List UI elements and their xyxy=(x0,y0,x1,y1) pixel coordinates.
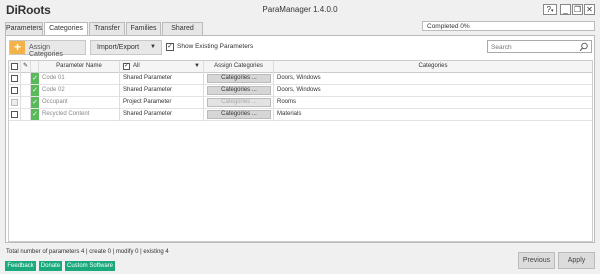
row-checkbox-cell[interactable] xyxy=(9,73,21,85)
row-edit-cell xyxy=(21,97,31,109)
chevron-down-icon: ▾ xyxy=(550,8,554,14)
row-checkbox-cell[interactable] xyxy=(9,85,21,97)
categories-panel: + Assign Categories Import/Export ▼ ✓ Sh… xyxy=(5,35,595,243)
tab-transfer[interactable]: Transfer xyxy=(89,22,125,35)
check-icon: ✓ xyxy=(31,109,39,120)
header-categories[interactable]: Categories xyxy=(274,61,592,73)
restore-button[interactable]: ❐ xyxy=(572,4,583,15)
show-existing-label: Show Existing Parameters xyxy=(177,43,254,50)
table-row[interactable]: ✓ Recycled Content Shared Parameter Cate… xyxy=(9,109,592,121)
minimize-icon: _ xyxy=(563,5,568,14)
row-edit-cell xyxy=(21,109,31,121)
search-box xyxy=(487,40,592,53)
progress-bar: Completed 0% xyxy=(422,21,595,31)
minimize-button[interactable]: _ xyxy=(560,4,571,15)
chevron-down-icon: ▼ xyxy=(194,63,200,69)
parameter-name: Code 01 xyxy=(39,73,120,85)
tab-shared-editor[interactable]: Shared Editor xyxy=(162,22,203,44)
title-bar: DiRoots ParaManager 1.4.0.0 ?▾ _ ❐ ✕ xyxy=(0,0,600,20)
header-assign-categories: Assign Categories xyxy=(204,61,274,73)
feedback-button[interactable]: Feedback xyxy=(5,261,36,271)
categories-button[interactable]: Categories ... xyxy=(207,74,271,83)
categories-button[interactable]: Categories ... xyxy=(207,86,271,95)
tab-categories[interactable]: Categories xyxy=(44,22,88,36)
tab-families[interactable]: Families xyxy=(126,22,161,35)
plus-icon: + xyxy=(10,41,25,54)
assign-cell: Categories ... xyxy=(204,109,274,121)
import-export-label: Import/Export xyxy=(97,44,140,51)
chevron-down-icon: ▼ xyxy=(150,44,156,50)
header-status xyxy=(31,61,39,73)
parameter-name: Code 02 xyxy=(39,85,120,97)
custom-software-button[interactable]: Custom Software xyxy=(65,261,115,271)
table-row[interactable]: ✓ Code 01 Shared Parameter Categories ..… xyxy=(9,73,592,85)
filter-checkbox[interactable]: ✓ xyxy=(123,63,130,70)
help-button[interactable]: ?▾ xyxy=(543,4,557,15)
row-checkbox[interactable] xyxy=(11,87,18,94)
categories-value: Doors, Windows xyxy=(277,75,321,81)
check-icon: ✓ xyxy=(31,73,39,84)
row-checkbox-cell[interactable] xyxy=(9,97,21,109)
select-all-checkbox[interactable] xyxy=(11,63,18,70)
window-title: ParaManager 1.4.0.0 xyxy=(262,5,338,14)
assign-cell: Categories ... xyxy=(204,97,274,109)
donate-button[interactable]: Donate xyxy=(39,261,62,271)
header-parameter-name[interactable]: Parameter Name xyxy=(39,61,120,73)
parameter-type: Shared Parameter xyxy=(120,109,204,121)
close-button[interactable]: ✕ xyxy=(584,4,595,15)
table-row[interactable]: ✓ Code 02 Shared Parameter Categories ..… xyxy=(9,85,592,97)
row-checkbox-cell[interactable] xyxy=(9,109,21,121)
show-existing-checkbox[interactable]: ✓ xyxy=(166,43,174,51)
parameters-grid: ✎ Parameter Name ✓ All ▼ Assign Categori… xyxy=(8,60,593,242)
row-checkbox[interactable] xyxy=(11,75,18,82)
import-export-dropdown[interactable]: Import/Export ▼ xyxy=(90,40,162,55)
header-select-all[interactable] xyxy=(9,61,21,73)
row-checkbox[interactable] xyxy=(11,99,18,106)
categories-value: Rooms xyxy=(277,99,297,105)
assign-categories-button[interactable]: + Assign Categories xyxy=(9,40,86,58)
parameter-name: Recycled Content xyxy=(39,109,120,121)
header-type-filter[interactable]: ✓ All ▼ xyxy=(120,61,204,73)
categories-button[interactable]: Categories ... xyxy=(207,110,271,119)
previous-button[interactable]: Previous xyxy=(518,252,555,269)
check-icon: ✓ xyxy=(31,85,39,96)
check-icon: ✓ xyxy=(31,97,39,108)
search-icon[interactable] xyxy=(579,42,589,52)
categories-value: Doors, Windows xyxy=(277,87,321,93)
pencil-icon: ✎ xyxy=(21,61,31,73)
categories-value: Materials xyxy=(277,111,302,117)
tab-parameters[interactable]: Parameters xyxy=(5,22,43,35)
progress-text: Completed 0% xyxy=(427,23,470,30)
row-checkbox[interactable] xyxy=(11,111,18,118)
row-edit-cell xyxy=(21,85,31,97)
categories-button: Categories ... xyxy=(207,98,271,107)
apply-button[interactable]: Apply xyxy=(558,252,595,269)
parameter-name: Occupant xyxy=(39,97,120,109)
parameter-type: Shared Parameter xyxy=(120,85,204,97)
assign-cell: Categories ... xyxy=(204,85,274,97)
grid-header: ✎ Parameter Name ✓ All ▼ Assign Categori… xyxy=(9,61,592,73)
restore-icon: ❐ xyxy=(573,5,582,14)
close-icon: ✕ xyxy=(586,5,593,14)
parameter-type: Project Parameter xyxy=(120,97,204,109)
parameter-type: Shared Parameter xyxy=(120,73,204,85)
row-edit-cell xyxy=(21,73,31,85)
status-summary: Total number of parameters 4 | create 0 … xyxy=(6,249,169,255)
search-input[interactable] xyxy=(491,42,576,52)
assign-categories-label: Assign Categories xyxy=(29,44,63,58)
filter-all-label: All xyxy=(133,63,140,69)
assign-cell: Categories ... xyxy=(204,73,274,85)
table-row[interactable]: ✓ Occupant Project Parameter Categories … xyxy=(9,97,592,109)
